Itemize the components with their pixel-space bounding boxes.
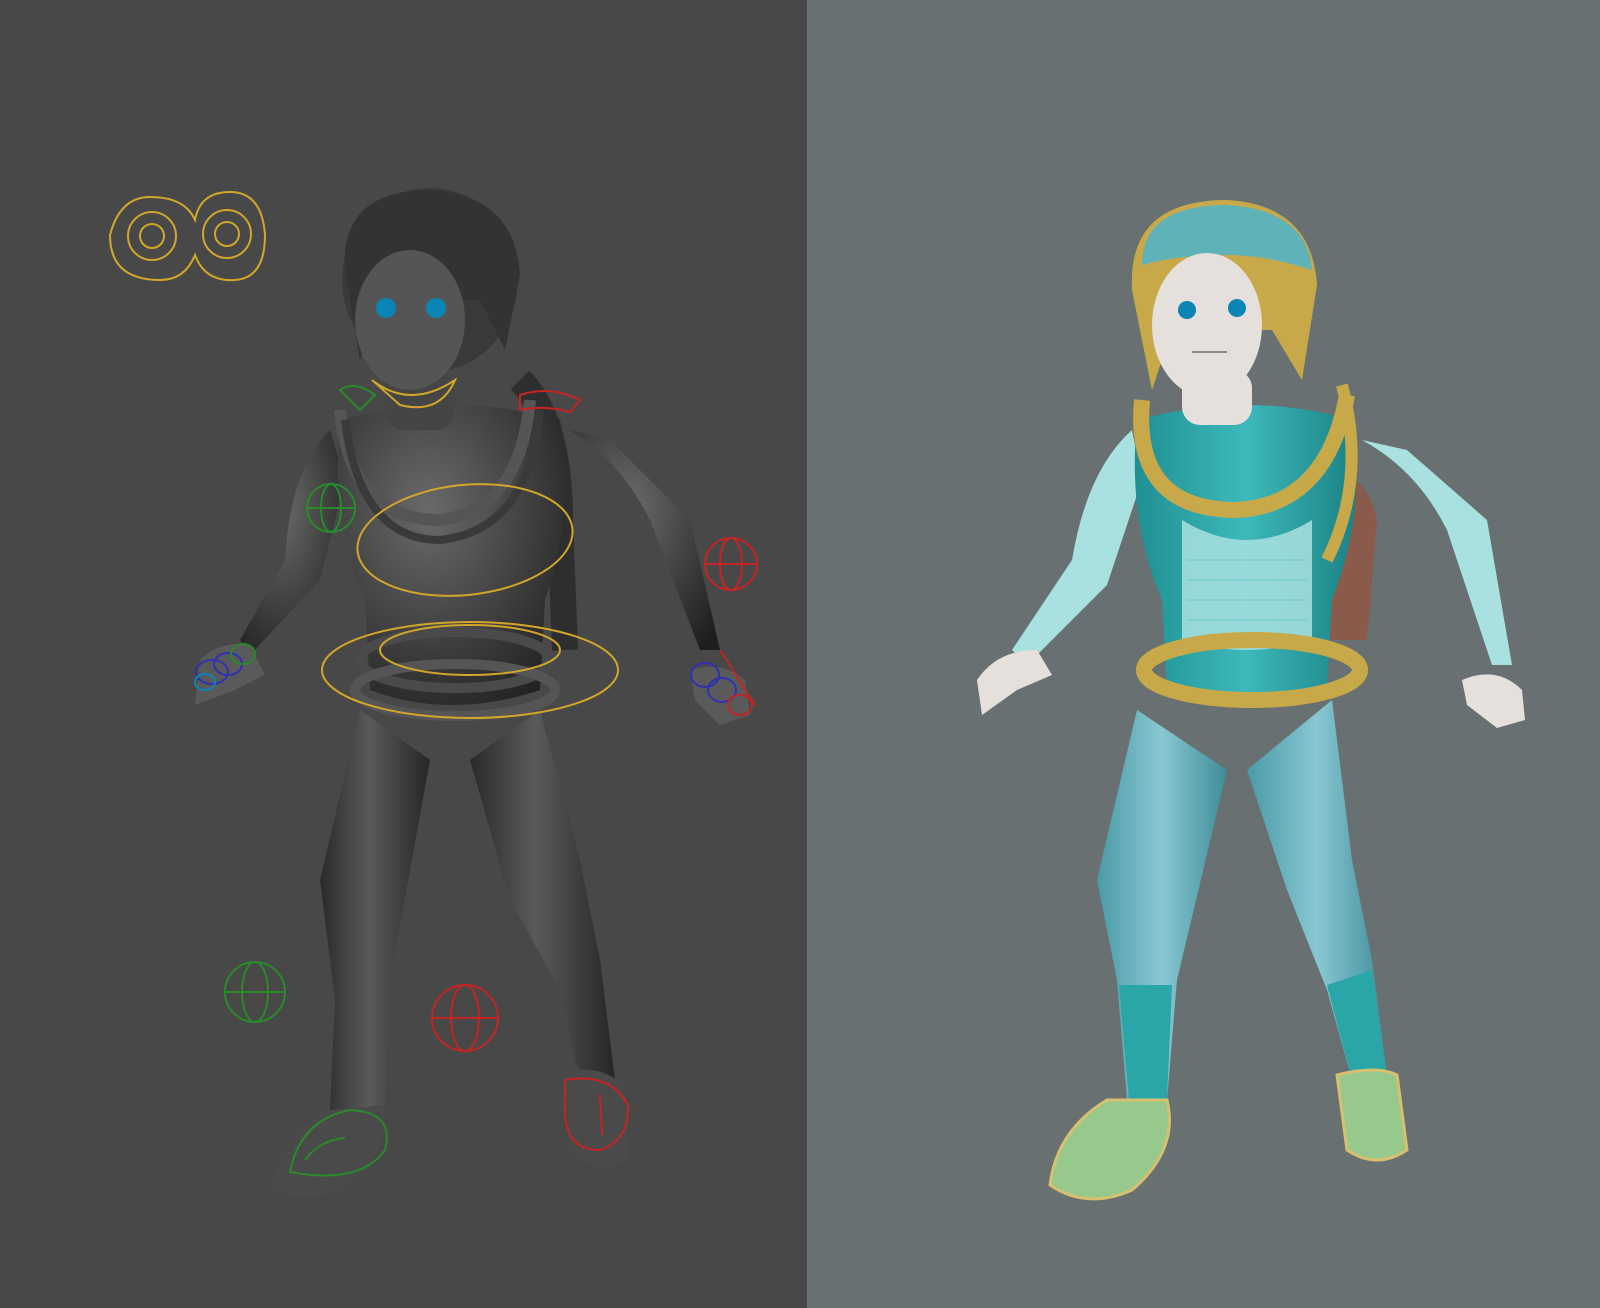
shoulder-left-icon[interactable] [338, 385, 377, 412]
viewport-material-preview[interactable] [807, 0, 1600, 1308]
rigged-character-canvas[interactable] [0, 0, 807, 1308]
ik-pole-right-icon[interactable] [704, 537, 758, 591]
character-mesh-textured[interactable] [977, 200, 1525, 1201]
knee-pole-right-icon[interactable] [431, 984, 499, 1052]
textured-character-canvas[interactable] [807, 0, 1600, 1308]
knee-pole-left-icon[interactable] [224, 961, 286, 1023]
eye-controller-icon[interactable] [108, 190, 267, 282]
viewport-solid-rig[interactable] [0, 0, 807, 1308]
